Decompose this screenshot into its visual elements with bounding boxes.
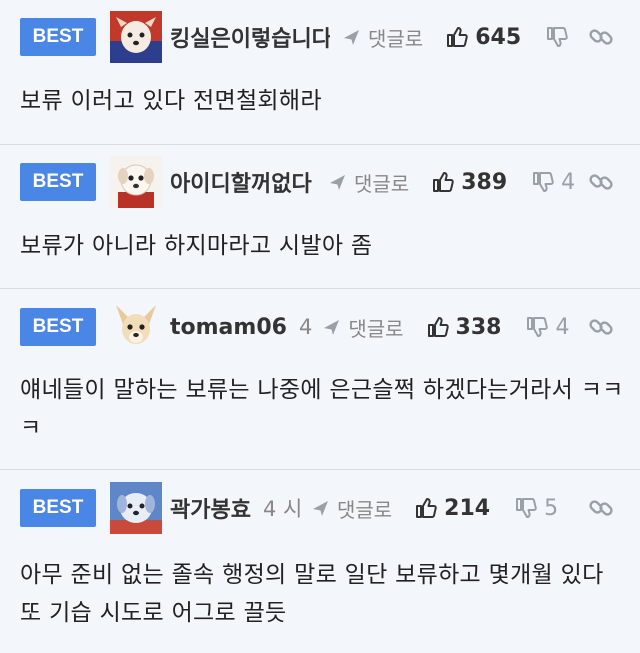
comment-time: 4: [298, 315, 313, 339]
dislike-button[interactable]: 5: [514, 496, 558, 521]
thumbs-up-icon: [433, 172, 454, 192]
thumbs-down-icon: [516, 498, 537, 518]
reply-label: 댓글로: [354, 171, 410, 196]
best-badge: BEST: [20, 163, 96, 201]
thumbs-down-icon: [547, 27, 568, 47]
best-badge: BEST: [20, 489, 96, 527]
reply-label: 댓글로: [336, 497, 393, 522]
comment-header: BEST 곽가봉효 4 시 댓글로 214 5: [20, 480, 640, 536]
comment-text: 보류가 아니라 하지마라고 시발아 좀: [20, 233, 373, 259]
reply-arrow-icon: [344, 30, 359, 45]
comment-nickname[interactable]: 아이디할꺼없다: [170, 166, 316, 198]
comment-item: BEST tomam06 4 댓글로 338 4 얘네들이 말하는 보류는 나중…: [0, 289, 640, 470]
like-button[interactable]: 389: [431, 170, 507, 195]
like-count: 645: [475, 24, 522, 50]
dog-avatar-white[interactable]: [110, 156, 162, 208]
comment-nickname[interactable]: tomam06: [170, 315, 287, 340]
comment-nickname[interactable]: 킹실은이렇습니다: [170, 21, 330, 53]
dislike-count: 4: [561, 169, 576, 195]
link-icon[interactable]: [588, 24, 614, 50]
reply-arrow-icon: [324, 320, 340, 335]
thumbs-down-icon: [533, 172, 554, 192]
like-button[interactable]: 645: [445, 25, 521, 50]
comment-nickname[interactable]: 곽가봉효: [170, 492, 251, 524]
best-badge: BEST: [20, 308, 96, 346]
reply-button[interactable]: 댓글로: [322, 313, 404, 342]
reply-arrow-icon: [330, 175, 345, 190]
comment-text: 얘네들이 말하는 보류는 나중에 은근슬쩍 하겠다는거라서 ㅋㅋㅋ: [20, 377, 624, 441]
dog-avatar-red[interactable]: [110, 11, 162, 63]
link-icon[interactable]: [588, 314, 614, 340]
best-badge: BEST: [20, 18, 96, 56]
link-icon[interactable]: [588, 169, 614, 195]
like-count: 389: [461, 169, 508, 195]
comment-text: 아무 준비 없는 졸속 행정의 말로 일단 보류하고 몇개월 있다 또 기습 시…: [20, 562, 604, 626]
link-icon[interactable]: [588, 495, 614, 521]
comment-item: BEST 아이디할꺼없다 댓글로 389 4 보류가 아니라 하지마라고 시발아…: [0, 145, 640, 289]
thumbs-down-icon: [527, 317, 549, 337]
reply-label: 댓글로: [368, 26, 424, 51]
thumbs-up-icon: [447, 27, 468, 47]
like-button[interactable]: 214: [414, 496, 490, 521]
comment-list: BEST 킹실은이렇습니다 댓글로 645 보류 이러고 있다 전면철회해라 B…: [0, 0, 640, 653]
comment-header: BEST 아이디할꺼없다 댓글로 389 4: [20, 154, 640, 210]
dislike-button[interactable]: 4: [531, 170, 575, 195]
like-count: 214: [444, 495, 491, 521]
comment-header: BEST 킹실은이렇습니다 댓글로 645: [20, 9, 640, 65]
comment-text: 보류 이러고 있다 전면철회해라: [20, 88, 322, 114]
reply-arrow-icon: [312, 501, 328, 516]
reply-label: 댓글로: [348, 316, 404, 341]
dislike-count: 4: [555, 314, 570, 340]
dislike-button[interactable]: [545, 25, 575, 49]
thumbs-up-icon: [416, 498, 437, 518]
dog-avatar-blue[interactable]: [110, 482, 162, 534]
comment-item: BEST 곽가봉효 4 시 댓글로 214 5 아무 준비 없는 졸속 행정의 …: [0, 470, 640, 653]
reply-button[interactable]: 댓글로: [342, 23, 423, 52]
dislike-count: 5: [544, 495, 559, 521]
comment-header: BEST tomam06 4 댓글로 338 4: [20, 299, 640, 355]
reply-button[interactable]: 댓글로: [328, 168, 409, 197]
thumbs-up-icon: [427, 317, 449, 337]
chihuahua-avatar[interactable]: [110, 301, 162, 353]
dislike-button[interactable]: 4: [525, 315, 569, 340]
comment-time: 4 시: [262, 497, 303, 521]
like-button[interactable]: 338: [426, 314, 502, 340]
comment-item: BEST 킹실은이렇습니다 댓글로 645 보류 이러고 있다 전면철회해라: [0, 0, 640, 145]
reply-button[interactable]: 댓글로: [311, 494, 392, 523]
like-count: 338: [455, 314, 502, 340]
